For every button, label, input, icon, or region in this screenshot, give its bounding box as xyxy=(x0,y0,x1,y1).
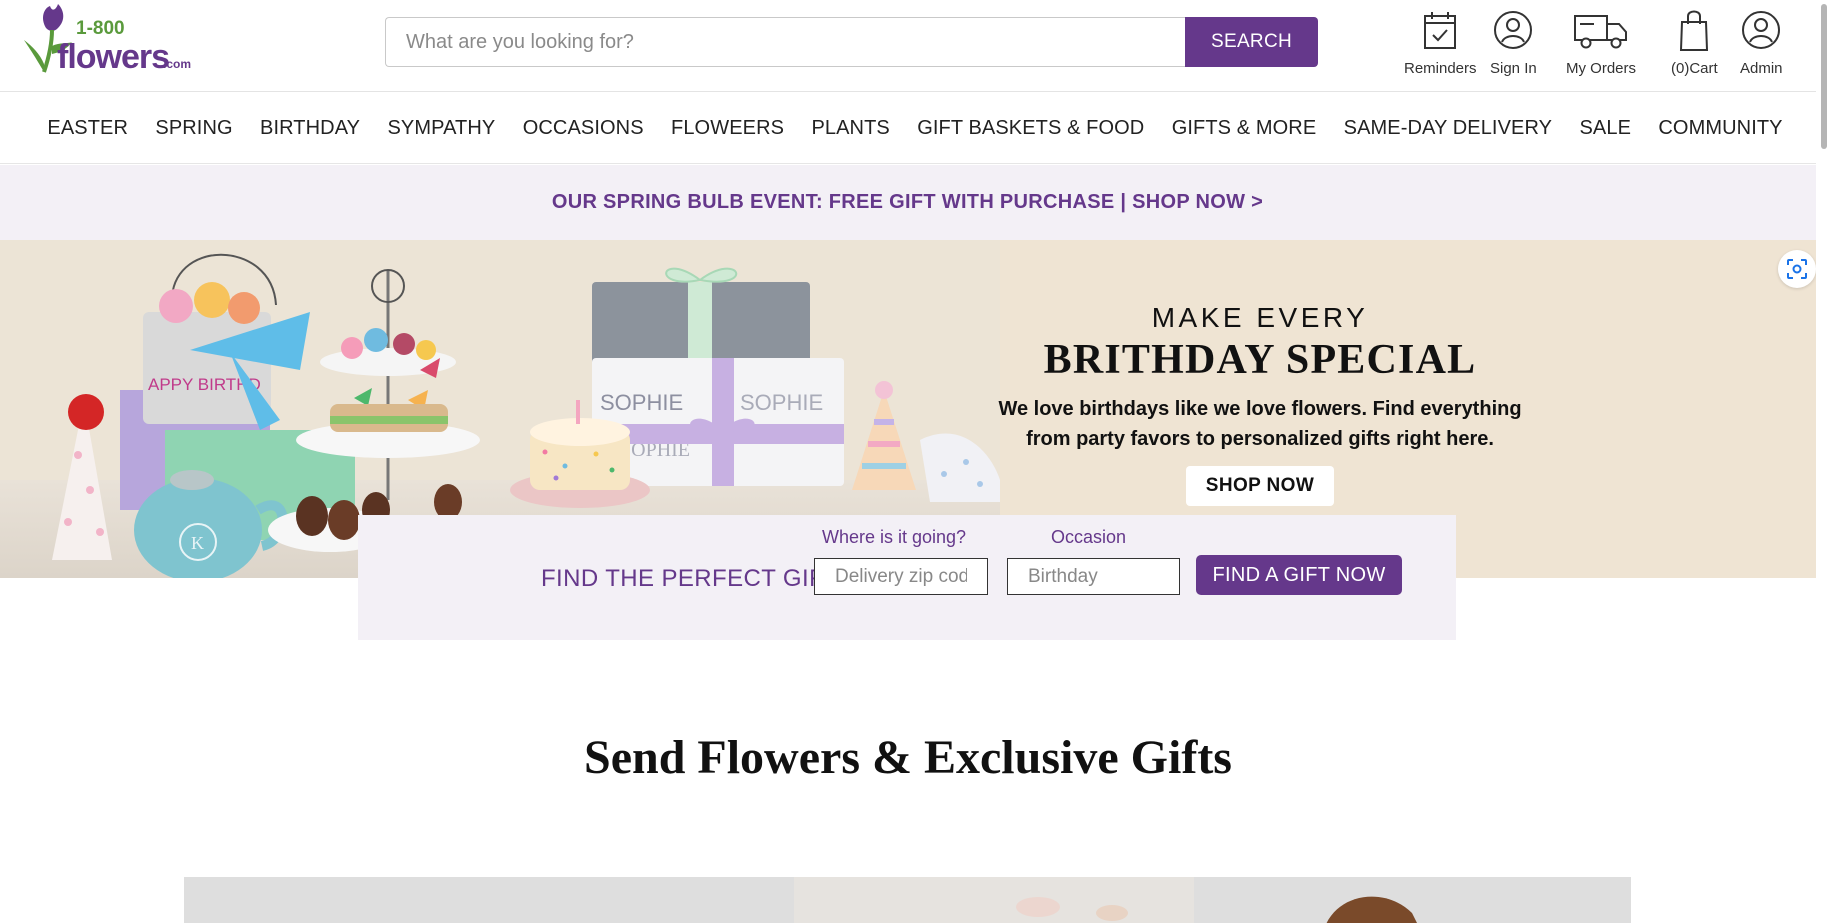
cart-label: (0)Cart xyxy=(1671,60,1718,77)
my-orders-label: My Orders xyxy=(1566,60,1637,77)
nav-item-floweers[interactable]: FLOWEERS xyxy=(671,117,784,140)
svg-text:.com: .com xyxy=(163,57,191,71)
admin-label: Admin xyxy=(1740,60,1783,77)
nav-item-birthday[interactable]: BIRTHDAY xyxy=(260,117,360,140)
scrollbar-thumb[interactable] xyxy=(1821,4,1827,149)
user-circle-icon xyxy=(1494,11,1533,49)
nav-item-gifts-more[interactable]: GIFTS & MORE xyxy=(1172,117,1317,140)
svg-text:flowers: flowers xyxy=(57,38,169,76)
occasion-label: Occasion xyxy=(1051,527,1127,547)
sign-in-label: Sign In xyxy=(1490,60,1537,77)
svg-text:1-800: 1-800 xyxy=(76,18,125,39)
cart-link[interactable]: (0)Cart xyxy=(1671,8,1718,77)
find-gift-button[interactable]: FIND A GIFT NOW xyxy=(1196,555,1402,595)
sign-in-link[interactable]: Sign In xyxy=(1490,8,1537,77)
hero-copy-line: We love birthdays like we love flowers. … xyxy=(998,398,1522,420)
site-header: 1-800 flowers .com SEARCH Reminders Sign… xyxy=(0,0,1830,92)
my-orders-link[interactable]: My Orders xyxy=(1566,8,1636,77)
hero-copy-line: from party favors to personalized gifts … xyxy=(1026,428,1494,450)
search-input[interactable] xyxy=(385,17,1185,67)
search-button[interactable]: SEARCH xyxy=(1185,17,1318,67)
nav-item-spring[interactable]: SPRING xyxy=(155,117,232,140)
svg-text:SOPHIE: SOPHIE xyxy=(740,390,823,415)
calendar-check-icon xyxy=(1424,12,1457,49)
shopping-bag-icon xyxy=(1680,10,1709,51)
section-title: Send Flowers & Exclusive Gifts xyxy=(584,731,1232,784)
nav-item-community[interactable]: COMMUNITY xyxy=(1658,117,1782,140)
nav-item-plants[interactable]: PLANTS xyxy=(811,117,889,140)
zip-label: Where is it going? xyxy=(822,527,967,547)
admin-link[interactable]: Admin xyxy=(1740,8,1783,77)
feature-banner-image[interactable] xyxy=(184,877,1631,923)
nav-item-occasions[interactable]: OCCASIONS xyxy=(523,117,644,140)
hero-kicker: MAKE EVERY xyxy=(1151,302,1369,333)
feature-image xyxy=(184,877,1631,923)
svg-text:K: K xyxy=(191,533,204,553)
page-scrollbar[interactable] xyxy=(1816,0,1830,923)
hero-title: BRITHDAY SPECIAL xyxy=(1043,337,1477,383)
site-logo[interactable]: 1-800 flowers .com xyxy=(22,2,202,78)
search-bar: SEARCH xyxy=(385,17,1318,67)
zip-code-input[interactable] xyxy=(814,558,988,595)
reminders-label: Reminders xyxy=(1404,60,1477,77)
main-nav: EASTER SPRING BIRTHDAY SYMPATHY OCCASION… xyxy=(0,93,1830,164)
nav-item-same-day[interactable]: SAME-DAY DELIVERY xyxy=(1344,117,1552,140)
hero-content: MAKE EVERY BRITHDAY SPECIAL We love birt… xyxy=(960,302,1560,506)
delivery-truck-icon xyxy=(1574,15,1627,49)
nav-item-sale[interactable]: SALE xyxy=(1579,117,1631,140)
promo-link[interactable]: OUR SPRING BULB EVENT: FREE GIFT WITH PU… xyxy=(552,191,1263,214)
scan-icon xyxy=(1787,259,1807,279)
nav-item-sympathy[interactable]: SYMPATHY xyxy=(387,117,495,140)
promo-banner: OUR SPRING BULB EVENT: FREE GIFT WITH PU… xyxy=(0,165,1830,240)
svg-text:SOPHIE: SOPHIE xyxy=(600,390,683,415)
gift-finder: FIND THE PERFECT GIFT Where is it going?… xyxy=(358,515,1456,640)
shop-now-button[interactable]: SHOP NOW xyxy=(1185,466,1335,506)
gift-finder-title: FIND THE PERFECT GIFT xyxy=(541,565,840,592)
nav-item-easter[interactable]: EASTER xyxy=(47,117,128,140)
occasion-select[interactable]: Birthday xyxy=(1007,558,1180,595)
hero-copy: We love birthdays like we love flowers. … xyxy=(960,394,1560,454)
reminders-link[interactable]: Reminders xyxy=(1404,8,1477,77)
tulip-logo-icon: 1-800 flowers .com xyxy=(24,4,191,76)
visual-search-button[interactable] xyxy=(1778,250,1816,288)
nav-item-gift-baskets[interactable]: GIFT BASKETS & FOOD xyxy=(917,117,1144,140)
user-circle-icon xyxy=(1742,11,1781,49)
